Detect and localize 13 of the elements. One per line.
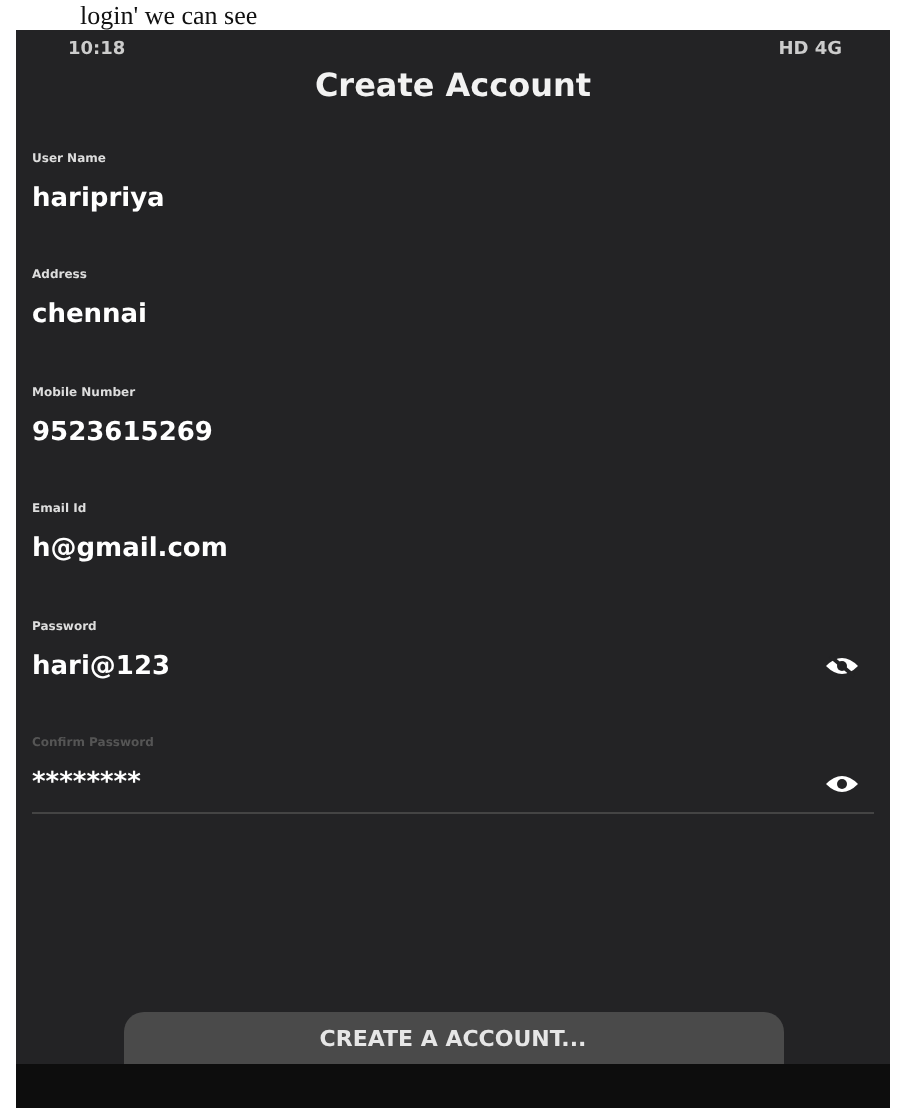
input-field[interactable]: hari@123 <box>32 647 826 686</box>
eye-slash-icon[interactable] <box>826 654 858 679</box>
status-time: 10:18 <box>68 38 126 64</box>
caption-text: login' we can see <box>78 0 260 30</box>
create-account-button[interactable]: CREATE A ACCOUNT... <box>123 1011 783 1064</box>
input-field[interactable]: haripriya <box>32 179 874 218</box>
status-indicators: HD 4G <box>778 38 842 64</box>
input-field[interactable]: ******** <box>32 764 826 803</box>
eye-icon[interactable] <box>826 771 858 796</box>
screen-title: Create Account <box>312 63 594 107</box>
input-field[interactable]: chennai <box>32 296 874 335</box>
input-field[interactable]: 9523615269 <box>32 413 874 452</box>
input-field[interactable]: h@gmail.com <box>32 530 874 569</box>
